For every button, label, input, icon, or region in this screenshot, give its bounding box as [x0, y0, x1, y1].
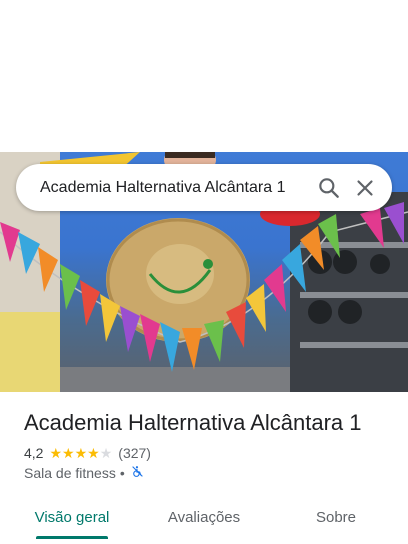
rating-row[interactable]: 4,2 ★ ★ ★ ★ ★ (327) [24, 445, 151, 461]
map-blank-area [0, 0, 408, 152]
category-row: Sala de fitness • [24, 465, 144, 481]
wheelchair-not-accessible-icon [131, 465, 144, 481]
close-icon[interactable] [352, 175, 378, 201]
search-icon[interactable] [316, 175, 342, 201]
review-count[interactable]: (327) [118, 445, 151, 461]
place-title: Academia Halternativa Alcântara 1 [24, 410, 362, 435]
place-info-panel: Academia Halternativa Alcântara 1 4,2 ★ … [0, 392, 408, 544]
tab-about[interactable]: Sobre [296, 496, 376, 538]
star-empty-icon: ★ [99, 445, 113, 461]
place-tabs: Visão geral Avaliações Sobre [0, 496, 408, 539]
tab-reviews[interactable]: Avaliações [156, 496, 252, 538]
active-tab-indicator [36, 536, 108, 539]
rating-stars: ★ ★ ★ ★ ★ [49, 446, 112, 460]
star-full-icon: ★ [62, 445, 75, 461]
tab-overview[interactable]: Visão geral [24, 496, 120, 538]
star-full-icon: ★ [49, 445, 63, 461]
separator-dot: • [119, 465, 125, 481]
search-bar[interactable]: Academia Halternativa Alcântara 1 [16, 164, 392, 211]
place-category: Sala de fitness [24, 465, 116, 481]
star-full-icon: ★ [87, 445, 100, 461]
rating-value: 4,2 [24, 445, 44, 461]
star-full-icon: ★ [74, 445, 88, 461]
